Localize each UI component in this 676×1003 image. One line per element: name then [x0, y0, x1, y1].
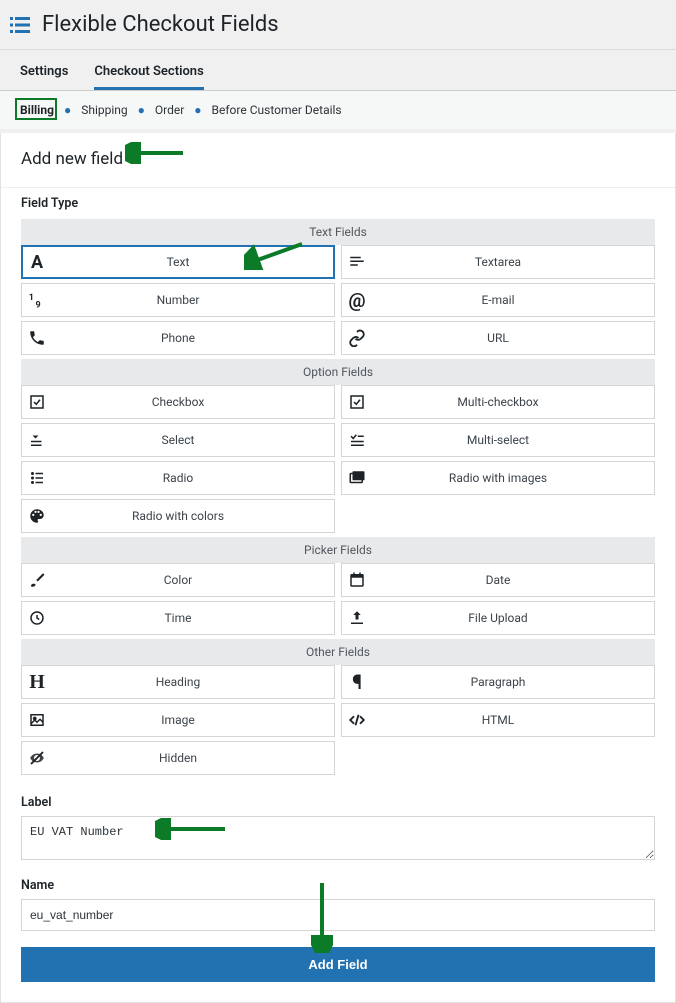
field-type-image[interactable]: Image — [21, 703, 335, 737]
field-type-number[interactable]: 19 Number — [21, 283, 335, 317]
field-type-label: Field Type — [1, 188, 675, 217]
paragraph-icon: ¶ — [342, 670, 372, 694]
section-shipping[interactable]: Shipping — [81, 103, 127, 117]
field-type-radio-images[interactable]: Radio with images — [341, 461, 655, 495]
select-icon — [22, 431, 52, 449]
field-type-label: Radio — [52, 471, 334, 485]
field-type-hidden[interactable]: Hidden — [21, 741, 335, 775]
field-type-textarea[interactable]: Textarea — [341, 245, 655, 279]
field-type-phone[interactable]: Phone — [21, 321, 335, 355]
tab-checkout-sections[interactable]: Checkout Sections — [94, 56, 203, 90]
separator-dot: ● — [138, 103, 145, 117]
field-type-label: Radio with colors — [52, 509, 334, 523]
textarea-icon — [342, 253, 372, 271]
field-type-label: Checkbox — [52, 395, 334, 409]
field-type-file[interactable]: File Upload — [341, 601, 655, 635]
field-type-email[interactable]: @ E-mail — [341, 283, 655, 317]
field-type-color[interactable]: Color — [21, 563, 335, 597]
panel-heading: Add new field — [1, 133, 675, 188]
field-type-time[interactable]: Time — [21, 601, 335, 635]
field-type-multi-select[interactable]: Multi-select — [341, 423, 655, 457]
menu-icon — [8, 13, 32, 37]
label-input[interactable]: EU VAT Number — [21, 816, 655, 860]
label-field-label: Label — [1, 787, 675, 816]
add-field-panel: Add new field Field Type Text Fields A T… — [0, 133, 676, 1003]
group-heading-text: Text Fields — [21, 219, 655, 245]
field-type-grid: Text Fields A Text 19 Number Phone — [1, 219, 675, 787]
page-title: Flexible Checkout Fields — [42, 12, 279, 37]
field-type-label: Time — [52, 611, 334, 625]
field-type-label: Number — [52, 293, 334, 307]
multi-select-icon — [342, 431, 372, 449]
code-icon — [342, 711, 372, 729]
group-heading-option: Option Fields — [21, 359, 655, 385]
group-heading-picker: Picker Fields — [21, 537, 655, 563]
field-type-label: Image — [52, 713, 334, 727]
field-type-label: File Upload — [372, 611, 654, 625]
field-type-url[interactable]: URL — [341, 321, 655, 355]
field-type-label: Multi-select — [372, 433, 654, 447]
sections-row: Billing ● Shipping ● Order ● Before Cust… — [0, 91, 676, 129]
section-before-customer[interactable]: Before Customer Details — [212, 103, 342, 117]
image-icon — [22, 711, 52, 729]
brush-icon — [22, 571, 52, 589]
name-field-label: Name — [1, 870, 675, 899]
page-header: Flexible Checkout Fields — [0, 0, 676, 50]
field-type-label: Radio with images — [372, 471, 654, 485]
separator-dot: ● — [194, 103, 201, 117]
field-type-label: Heading — [52, 675, 334, 689]
field-type-label: Select — [52, 433, 334, 447]
field-type-select[interactable]: Select — [21, 423, 335, 457]
field-type-label: Color — [52, 573, 334, 587]
field-type-label: Paragraph — [372, 675, 654, 689]
number-icon: 19 — [22, 291, 52, 309]
multi-checkbox-icon — [342, 393, 372, 411]
field-type-date[interactable]: Date — [341, 563, 655, 597]
tab-settings[interactable]: Settings — [20, 56, 68, 90]
field-type-html[interactable]: HTML — [341, 703, 655, 737]
field-type-label: Phone — [52, 331, 334, 345]
hidden-icon — [22, 749, 52, 767]
palette-icon — [22, 507, 52, 525]
field-type-label: Textarea — [372, 255, 654, 269]
add-field-button[interactable]: Add Field — [21, 947, 655, 982]
field-type-radio-colors[interactable]: Radio with colors — [21, 499, 335, 533]
field-type-label: Text — [52, 255, 334, 269]
link-icon — [342, 329, 372, 347]
group-heading-other: Other Fields — [21, 639, 655, 665]
field-type-multi-checkbox[interactable]: Multi-checkbox — [341, 385, 655, 419]
tab-bar: Settings Checkout Sections — [0, 50, 676, 91]
field-type-label: URL — [372, 331, 654, 345]
field-type-label: Date — [372, 573, 654, 587]
annotation-arrow-icon — [125, 142, 185, 164]
calendar-icon — [342, 571, 372, 589]
field-type-heading[interactable]: H Heading — [21, 665, 335, 699]
text-icon: A — [22, 252, 52, 273]
checkbox-icon — [22, 393, 52, 411]
field-type-label: E-mail — [372, 293, 654, 307]
email-icon: @ — [342, 289, 372, 312]
field-type-label: Hidden — [52, 751, 334, 765]
field-type-radio[interactable]: Radio — [21, 461, 335, 495]
phone-icon — [22, 329, 52, 347]
field-type-label: Multi-checkbox — [372, 395, 654, 409]
field-type-checkbox[interactable]: Checkbox — [21, 385, 335, 419]
section-billing[interactable]: Billing — [20, 103, 54, 117]
images-icon — [342, 469, 372, 487]
svg-text:1: 1 — [29, 293, 34, 303]
radio-icon — [22, 469, 52, 487]
field-type-label: HTML — [372, 713, 654, 727]
section-order[interactable]: Order — [155, 103, 184, 117]
clock-icon — [22, 609, 52, 627]
heading-icon: H — [22, 671, 52, 694]
upload-icon — [342, 609, 372, 627]
name-input[interactable] — [21, 899, 655, 931]
panel-heading-text: Add new field — [21, 149, 123, 169]
svg-text:9: 9 — [36, 301, 41, 310]
separator-dot: ● — [64, 103, 71, 117]
field-type-paragraph[interactable]: ¶ Paragraph — [341, 665, 655, 699]
field-type-text[interactable]: A Text — [21, 245, 335, 279]
